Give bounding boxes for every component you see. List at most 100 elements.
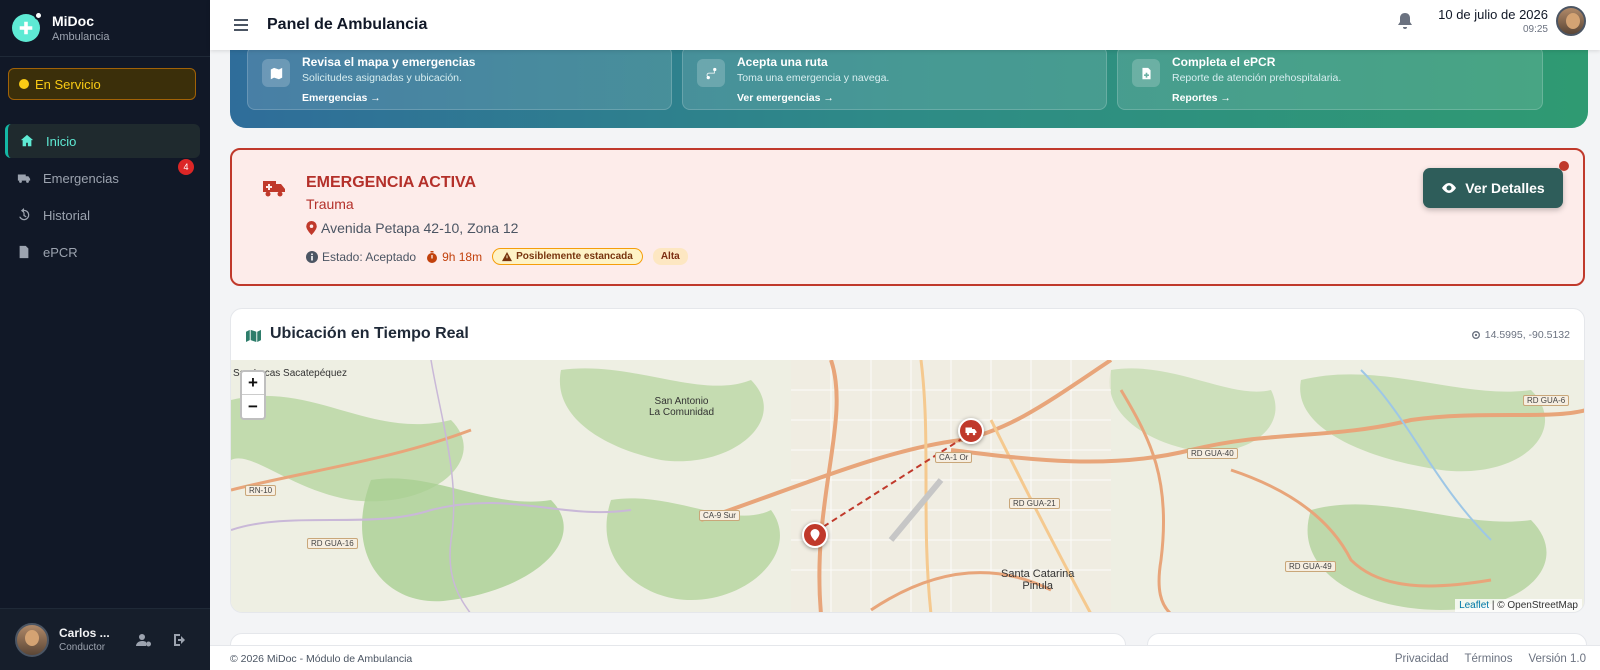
sidebar-item-label: Inicio [46,133,77,149]
map-label-san-antonio: San Antonio La Comunidad [649,396,715,418]
elapsed-time: 9h 18m [442,249,483,264]
topbar: Panel de Ambulancia 10 de julio de 2026 … [210,0,1600,50]
map-pin-icon [810,529,820,541]
ambulance-icon [263,181,285,197]
quick-card-heading: Revisa el mapa y emergencias [302,55,476,69]
emergency-status: Estado: Aceptado [322,249,417,264]
road-label: RD GUA-21 [1009,498,1060,509]
warning-text: Posiblemente estancada [516,251,633,262]
road-label: RD GUA-40 [1187,448,1238,459]
menu-toggle-icon[interactable] [234,19,248,31]
road-label: CA-9 Sur [699,510,740,521]
status-label: En Servicio [35,76,101,92]
privacy-link[interactable]: Privacidad [1395,653,1449,665]
ambulance-icon [965,427,977,436]
footer: © 2026 MiDoc - Módulo de Ambulancia Priv… [210,645,1600,670]
sidebar-nav: Inicio Emergencias 4 Historial ePCR [0,124,210,272]
realtime-location-card: Ubicación en Tiempo Real 14.5995, -90.51… [230,308,1585,613]
sidebar-item-epcr[interactable]: ePCR [5,235,200,269]
quick-card-subtitle: Solicitudes asignadas y ubicación. [302,72,462,84]
map-icon [262,59,290,87]
emergency-marker[interactable] [802,522,828,548]
active-emergency-card: EMERGENCIA ACTIVA Trauma Avenida Petapa … [230,148,1585,286]
datetime: 10 de julio de 2026 09:25 [1438,7,1548,35]
current-date: 10 de julio de 2026 [1438,7,1548,22]
address-text: Avenida Petapa 42-10, Zona 12 [321,220,519,236]
brand-name: MiDoc [52,13,94,29]
eye-icon [1442,183,1457,193]
coordinates-text: 14.5995, -90.5132 [1484,329,1570,341]
file-medical-icon [1132,59,1160,87]
map-marked-icon [246,329,261,342]
emergency-type: Trauma [306,196,354,212]
leaflet-link[interactable]: Leaflet [1459,600,1489,611]
priority-badge: Alta [652,248,688,265]
footer-copyright: © 2026 MiDoc - Módulo de Ambulancia [230,653,413,665]
service-status-button[interactable]: En Servicio [8,68,196,100]
quick-card-heading: Acepta una ruta [737,55,828,69]
terms-link[interactable]: Términos [1465,653,1513,665]
view-details-label: Ver Detalles [1465,180,1545,196]
user-role: Conductor [59,642,106,653]
emergency-address: Avenida Petapa 42-10, Zona 12 [306,220,518,236]
home-icon [20,134,34,147]
sidebar-item-inicio[interactable]: Inicio [5,124,200,158]
sidebar-item-label: ePCR [43,244,78,260]
bell-icon[interactable] [1397,12,1413,30]
file-icon [19,245,29,259]
quick-card-link[interactable]: Emergencias → [302,92,671,104]
map-pin-icon [306,221,317,235]
quick-card-link[interactable]: Reportes → [1172,92,1542,104]
brand[interactable]: MiDoc Ambulancia [0,0,210,57]
history-icon [19,208,30,221]
quick-card-map[interactable]: Revisa el mapa y emergencias Solicitudes… [247,46,672,110]
map-attribution: Leaflet | © OpenStreetMap [1455,599,1582,612]
notification-dot [1559,161,1569,171]
quick-card-link[interactable]: Ver emergencias → [737,92,1106,104]
stalled-warning-badge: Posiblemente estancada [492,248,643,265]
zoom-control: + − [240,370,266,420]
user-settings-icon[interactable] [136,632,152,648]
midoc-logo-icon [12,11,43,42]
quick-actions-banner: Revisa el mapa y emergencias Solicitudes… [230,40,1588,128]
quick-card-heading: Completa el ePCR [1172,55,1276,69]
sidebar-item-label: Historial [43,207,90,223]
road-label: RN-10 [245,485,277,496]
current-time: 09:25 [1522,24,1548,35]
quick-card-route[interactable]: Acepta una ruta Toma una emergencia y na… [682,46,1107,110]
view-details-button[interactable]: Ver Detalles [1423,168,1563,208]
logout-icon[interactable] [172,632,188,648]
stopwatch-icon [427,250,438,263]
sidebar-item-label: Emergencias [43,170,119,186]
quick-card-subtitle: Reporte de atención prehospitalaria. [1172,72,1342,84]
user-name: Carlos ... [59,626,110,640]
quick-card-subtitle: Toma una emergencia y navega. [737,72,890,84]
zoom-out-button[interactable]: − [242,395,264,418]
sidebar-item-historial[interactable]: Historial [5,198,200,232]
road-label: RD GUA-16 [307,538,358,549]
sidebar-item-emergencias[interactable]: Emergencias 4 [5,159,200,195]
ambulance-marker[interactable] [958,418,984,444]
brand-subtitle: Ambulancia [52,31,110,43]
map-view[interactable]: San Lucas Sacatepéquez San Antonio La Co… [231,360,1584,612]
sidebar: MiDoc Ambulancia En Servicio Inicio Emer… [0,0,210,670]
avatar[interactable] [15,622,49,657]
user-panel: Carlos ... Conductor [0,608,210,670]
zoom-in-button[interactable]: + [242,372,264,395]
road-label: CA-1 Or [935,452,973,463]
route-icon [697,59,725,87]
emergency-heading: EMERGENCIA ACTIVA [306,174,477,191]
map-label-santa-catarina: Santa Catarina Pinula [1001,568,1075,592]
warning-icon [502,251,513,261]
map-card-header: Ubicación en Tiempo Real [245,325,469,343]
quick-card-epcr[interactable]: Completa el ePCR Reporte de atención pre… [1117,46,1543,110]
avatar[interactable] [1556,6,1586,36]
map-tiles [231,360,1584,612]
emergencies-count-badge: 4 [178,159,194,175]
emergency-meta: Estado: Aceptado 9h 18m Posiblemente est… [306,248,688,265]
osm-attribution[interactable]: | © OpenStreetMap [1492,600,1578,611]
status-indicator-icon [19,79,29,89]
map-title: Ubicación en Tiempo Real [270,325,469,342]
page-title: Panel de Ambulancia [267,16,428,33]
road-label: RD GUA-49 [1285,561,1336,572]
